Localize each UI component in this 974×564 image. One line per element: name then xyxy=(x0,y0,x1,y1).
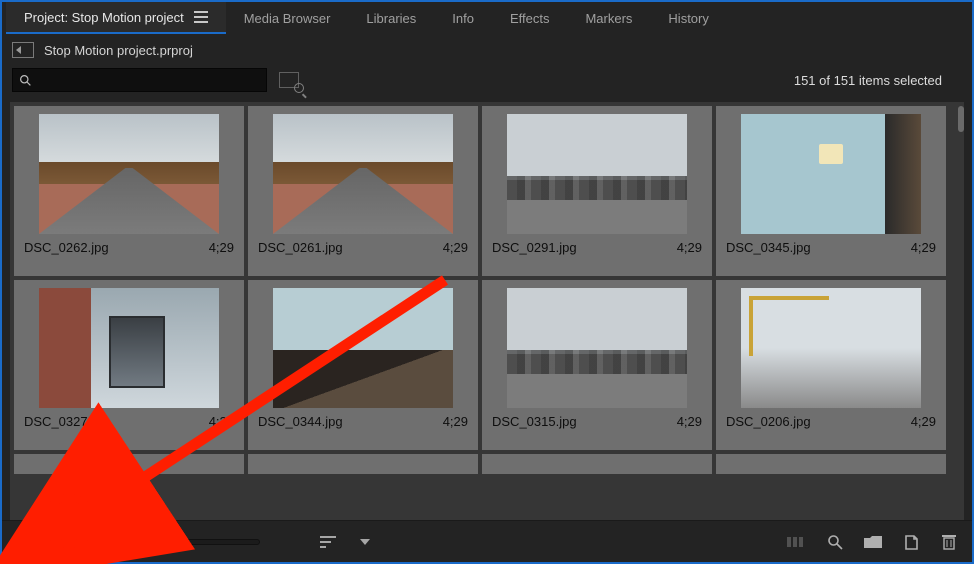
clip-duration: 4;29 xyxy=(443,414,468,429)
thumbnail-cell[interactable]: DSC_0344.jpg 4;29 xyxy=(248,280,478,450)
thumbnail-image xyxy=(507,288,687,408)
search-icon xyxy=(19,74,32,87)
tab-label: Info xyxy=(452,11,474,26)
new-bin-icon[interactable] xyxy=(862,531,884,553)
write-toggle-icon[interactable] xyxy=(14,531,36,553)
clip-duration: 4;29 xyxy=(677,414,702,429)
project-file-name: Stop Motion project.prproj xyxy=(44,43,193,58)
thumbnail-cell[interactable]: DSC_0262.jpg 4;29 xyxy=(14,106,244,276)
thumbnail-cell[interactable]: DSC_0261.jpg 4;29 xyxy=(248,106,478,276)
tab-libraries[interactable]: Libraries xyxy=(348,2,434,34)
thumbnail-cell[interactable]: DSC_0315.jpg 4;29 xyxy=(482,280,712,450)
thumbnail-cell[interactable] xyxy=(14,454,244,474)
zoom-min-icon xyxy=(158,537,168,547)
thumbnail-cell[interactable]: DSC_0327.jpg 4;29 xyxy=(14,280,244,450)
thumbnail-cell[interactable]: DSC_0345.jpg 4;29 xyxy=(716,106,946,276)
new-item-icon[interactable] xyxy=(900,531,922,553)
tab-project[interactable]: Project: Stop Motion project xyxy=(6,2,226,34)
thumbnail-image xyxy=(273,114,453,234)
selection-count: 151 of 151 items selected xyxy=(794,73,942,88)
freeform-view-button[interactable] xyxy=(122,531,144,553)
scrollbar[interactable] xyxy=(958,106,964,132)
thumbnail-cell[interactable] xyxy=(482,454,712,474)
thumbnail-image xyxy=(741,288,921,408)
thumbnail-grid[interactable]: DSC_0262.jpg4;29DSC_0261.jpg4;29DSC_0291… xyxy=(10,102,964,520)
clip-duration: 4;29 xyxy=(911,240,936,255)
thumbnail-cell[interactable] xyxy=(716,454,946,474)
tab-label: History xyxy=(668,11,708,26)
tab-label: Libraries xyxy=(366,11,416,26)
project-panel: Project: Stop Motion project Media Brows… xyxy=(0,0,974,564)
thumbnail-image xyxy=(507,114,687,234)
tab-history[interactable]: History xyxy=(650,2,726,34)
clip-name: DSC_0327.jpg xyxy=(24,414,109,429)
tab-effects[interactable]: Effects xyxy=(492,2,568,34)
search-row: 151 of 151 items selected xyxy=(2,62,972,102)
tab-info[interactable]: Info xyxy=(434,2,492,34)
browser-area: DSC_0262.jpg4;29DSC_0261.jpg4;29DSC_0291… xyxy=(2,102,972,520)
thumbnail-cell[interactable]: DSC_0206.jpg 4;29 xyxy=(716,280,946,450)
automate-to-sequence-icon[interactable] xyxy=(786,531,808,553)
clip-name: DSC_0345.jpg xyxy=(726,240,811,255)
panel-footer xyxy=(2,520,972,562)
clip-duration: 4;29 xyxy=(443,240,468,255)
find-icon[interactable] xyxy=(824,531,846,553)
thumbnail-cell[interactable] xyxy=(248,454,478,474)
sort-button[interactable] xyxy=(318,531,340,553)
new-search-bin-icon[interactable] xyxy=(279,72,299,88)
delete-icon[interactable] xyxy=(938,531,960,553)
clip-duration: 4;29 xyxy=(209,240,234,255)
clip-name: DSC_0315.jpg xyxy=(492,414,577,429)
thumbnail-image xyxy=(39,288,219,408)
clip-name: DSC_0344.jpg xyxy=(258,414,343,429)
panel-menu-icon[interactable] xyxy=(194,11,208,23)
panel-tabs: Project: Stop Motion project Media Brows… xyxy=(2,2,972,34)
clip-duration: 4;29 xyxy=(209,414,234,429)
project-icon xyxy=(12,42,34,58)
clip-duration: 4;29 xyxy=(911,414,936,429)
clip-name: DSC_0262.jpg xyxy=(24,240,109,255)
search-field[interactable] xyxy=(38,73,260,88)
sort-dropdown-icon[interactable] xyxy=(354,531,376,553)
zoom-slider[interactable] xyxy=(158,531,260,553)
tab-label: Markers xyxy=(585,11,632,26)
thumbnail-image xyxy=(273,288,453,408)
tab-media-browser[interactable]: Media Browser xyxy=(226,2,349,34)
tab-label: Effects xyxy=(510,11,550,26)
clip-name: DSC_0206.jpg xyxy=(726,414,811,429)
clip-name: DSC_0291.jpg xyxy=(492,240,577,255)
search-input[interactable] xyxy=(12,68,267,92)
tab-markers[interactable]: Markers xyxy=(567,2,650,34)
annotation-circle xyxy=(42,494,96,548)
project-file-row: Stop Motion project.prproj xyxy=(2,34,972,62)
thumbnail-image xyxy=(741,114,921,234)
clip-duration: 4;29 xyxy=(677,240,702,255)
tab-label: Media Browser xyxy=(244,11,331,26)
clip-name: DSC_0261.jpg xyxy=(258,240,343,255)
thumbnail-image xyxy=(39,114,219,234)
thumbnail-cell[interactable]: DSC_0291.jpg 4;29 xyxy=(482,106,712,276)
tab-label: Project: Stop Motion project xyxy=(24,10,184,25)
